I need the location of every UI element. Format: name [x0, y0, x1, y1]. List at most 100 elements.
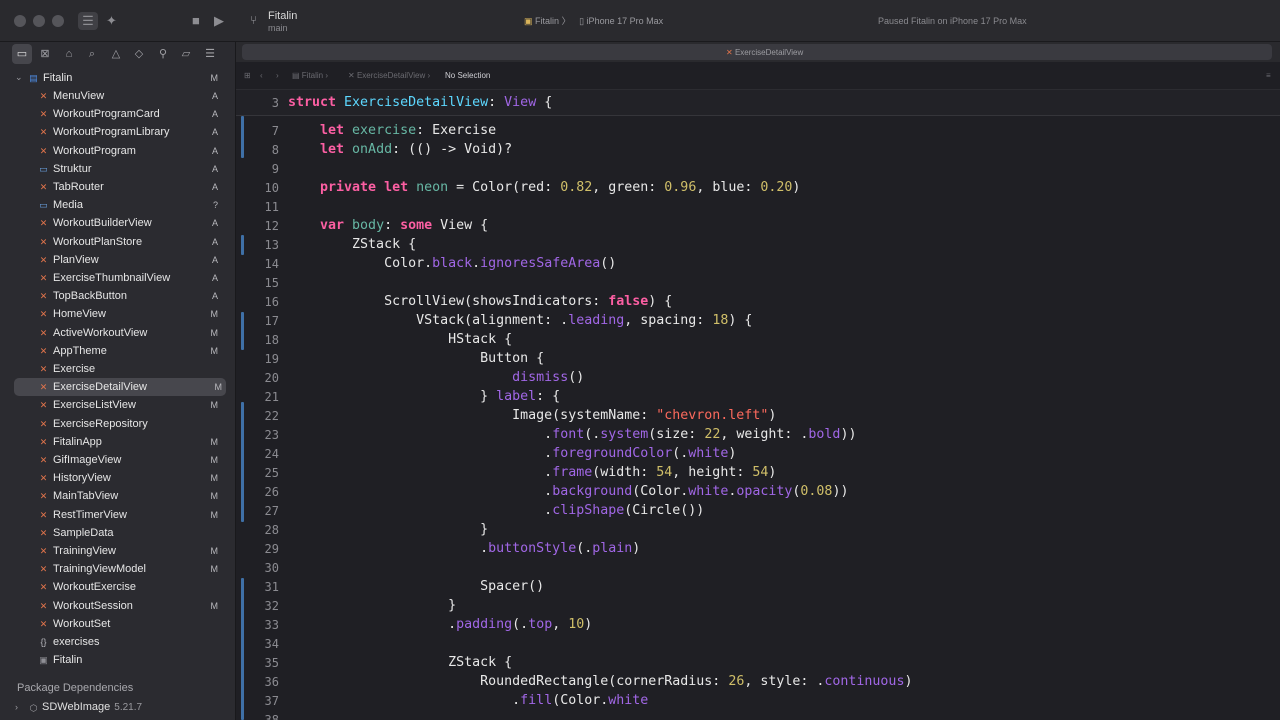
change-indicator[interactable]: [241, 235, 244, 255]
branch-name[interactable]: main: [268, 23, 288, 34]
jump-bar-file[interactable]: ✕ ExerciseDetailView ›: [348, 71, 430, 81]
file-label: Fitalin: [53, 654, 83, 667]
run-icon[interactable]: ▶: [214, 12, 224, 30]
code-token: View {: [432, 218, 489, 233]
file-row[interactable]: ▭ Media?: [0, 196, 235, 214]
file-row[interactable]: ✕ AppTheme M: [0, 342, 235, 360]
scheme-selector[interactable]: ▣ Fitalin 〉 ▯ iPhone 17 Pro Max: [524, 15, 663, 27]
scheme-separator: 〉: [561, 16, 571, 26]
stop-icon[interactable]: ■: [192, 12, 200, 30]
related-items-icon[interactable]: ⊞: [244, 71, 251, 81]
file-row[interactable]: ✕ WorkoutProgramCard A: [0, 105, 235, 123]
bookmark-tab[interactable]: ⌂: [59, 44, 79, 64]
code-line: .clipShape(Circle()): [288, 501, 704, 520]
file-row[interactable]: ✕ ExerciseListView M: [0, 396, 235, 414]
sidebar-toggle-icon[interactable]: ☰: [78, 12, 98, 30]
code-line: Color.black.ignoresSafeArea(): [288, 254, 616, 273]
close-window-button[interactable]: [14, 15, 26, 27]
change-indicator[interactable]: [241, 578, 244, 720]
code-token: white: [688, 484, 729, 499]
disclosure-chevron-icon[interactable]: ›: [15, 702, 18, 712]
jump-bar-selection[interactable]: No Selection: [445, 71, 490, 81]
file-label: ExerciseListView: [53, 399, 136, 412]
issue-tab[interactable]: △: [106, 44, 126, 64]
jump-bar-project[interactable]: ▤ Fitalin ›: [292, 71, 328, 81]
zoom-window-button[interactable]: [52, 15, 64, 27]
file-row[interactable]: ✕ ExerciseThumbnailView A: [0, 269, 235, 287]
package-label: SDWebImage 5.21.7: [42, 701, 142, 713]
debug-tab[interactable]: ⚲: [153, 44, 173, 64]
project-name[interactable]: Fitalin: [268, 10, 297, 23]
file-row[interactable]: ✕ ExerciseRepository: [0, 415, 235, 433]
back-chevron-icon[interactable]: ‹: [260, 71, 263, 81]
file-row[interactable]: ✕ SampleData: [0, 524, 235, 542]
change-indicator[interactable]: [241, 402, 244, 522]
file-row[interactable]: ✕ HistoryView M: [0, 469, 235, 487]
target-icon: ▣: [39, 655, 48, 666]
project-navigator-tab[interactable]: ▭: [12, 44, 32, 64]
build-spark-icon[interactable]: ✦: [106, 12, 117, 30]
file-row[interactable]: ✕ HomeView M: [0, 305, 235, 323]
code-token: let: [288, 142, 353, 157]
swift-file-icon: ✕: [39, 473, 48, 484]
file-row[interactable]: ✕ WorkoutBuilderView A: [0, 214, 235, 232]
code-token: ): [792, 180, 801, 195]
forward-chevron-icon[interactable]: ›: [276, 71, 279, 81]
package-name: SDWebImage: [42, 701, 111, 713]
jump-bar: ⊞ ‹ › ▤ Fitalin › ✕ ExerciseDetailView ›…: [236, 62, 1280, 90]
breakpoint-tab[interactable]: ▱: [176, 44, 196, 64]
file-row[interactable]: ✕ FitalinApp M: [0, 433, 235, 451]
code-line: .buttonStyle(.plain): [288, 539, 640, 558]
file-row[interactable]: ✕ RestTimerView M: [0, 506, 235, 524]
file-row[interactable]: ▣ Fitalin: [0, 651, 235, 669]
code-token: font: [552, 427, 585, 442]
file-row[interactable]: ✕ WorkoutSet: [0, 615, 235, 633]
project-root-row[interactable]: ⌄ ▤ Fitalin M: [0, 69, 235, 87]
minimize-window-button[interactable]: [33, 15, 45, 27]
file-row[interactable]: ✕ GifImageView M: [0, 451, 235, 469]
file-row[interactable]: ✕ TopBackButton A: [0, 287, 235, 305]
file-row[interactable]: ▭ Struktur A: [0, 160, 235, 178]
source-control-tab[interactable]: ⊠: [35, 44, 55, 64]
file-row[interactable]: ✕ TrainingView M: [0, 542, 235, 560]
file-row[interactable]: {} exercises: [0, 633, 235, 651]
change-indicator[interactable]: [241, 312, 244, 350]
find-tab[interactable]: ⌕: [82, 44, 102, 64]
file-row[interactable]: ✕ MenuView A: [0, 87, 235, 105]
code-token: ScrollView(showsIndicators:: [288, 294, 609, 309]
line-number: 12: [264, 219, 279, 233]
editor-tab[interactable]: ✕ ExerciseDetailView: [242, 44, 1272, 60]
package-version: 5.21.7: [114, 702, 143, 713]
file-row[interactable]: ✕ TrainingViewModel M: [0, 560, 235, 578]
file-row[interactable]: ✕ WorkoutPlanStore A: [0, 233, 235, 251]
report-tab[interactable]: ☰: [200, 44, 220, 64]
file-row[interactable]: ✕ PlanView A: [0, 251, 235, 269]
file-row[interactable]: ✕ ActiveWorkoutView M: [0, 324, 235, 342]
status-badge: M: [210, 564, 219, 575]
file-row[interactable]: ✕ WorkoutExercise: [0, 578, 235, 596]
change-indicator[interactable]: [241, 116, 244, 158]
file-row[interactable]: ✕ WorkoutProgramLibrary A: [0, 123, 235, 141]
code-line: let exercise: Exercise: [288, 121, 496, 140]
package-row[interactable]: › ⬡ SDWebImage 5.21.7: [0, 699, 235, 717]
test-tab[interactable]: ◇: [129, 44, 149, 64]
code-token: RoundedRectangle(cornerRadius:: [288, 674, 729, 689]
code-token: frame: [552, 465, 593, 480]
code-line: ScrollView(showsIndicators: false) {: [288, 292, 672, 311]
code-line: .frame(width: 54, height: 54): [288, 463, 776, 482]
file-row[interactable]: ✕ WorkoutSession M: [0, 597, 235, 615]
code-editor[interactable]: 3 struct ExerciseDetailView: View { 7 le…: [236, 90, 1280, 720]
file-row[interactable]: ✕ WorkoutProgram A: [0, 142, 235, 160]
file-row[interactable]: ✕ TabRouter A: [0, 178, 235, 196]
status-badge: A: [211, 91, 218, 101]
file-row[interactable]: ✕ ExerciseDetailView M: [14, 378, 226, 397]
disclosure-chevron-icon[interactable]: ⌄: [15, 72, 23, 83]
file-row[interactable]: ✕ Exercise: [0, 360, 235, 378]
file-row[interactable]: ✕ MainTabView M: [0, 487, 235, 505]
editor-options-icon[interactable]: ≡: [1266, 71, 1271, 81]
file-label: WorkoutProgramLibrary: [53, 126, 170, 139]
file-label: WorkoutBuilderView: [53, 217, 152, 230]
swift-file-icon: ✕: [39, 327, 48, 338]
line-number: 30: [264, 561, 279, 575]
file-label: WorkoutProgram: [53, 144, 136, 157]
